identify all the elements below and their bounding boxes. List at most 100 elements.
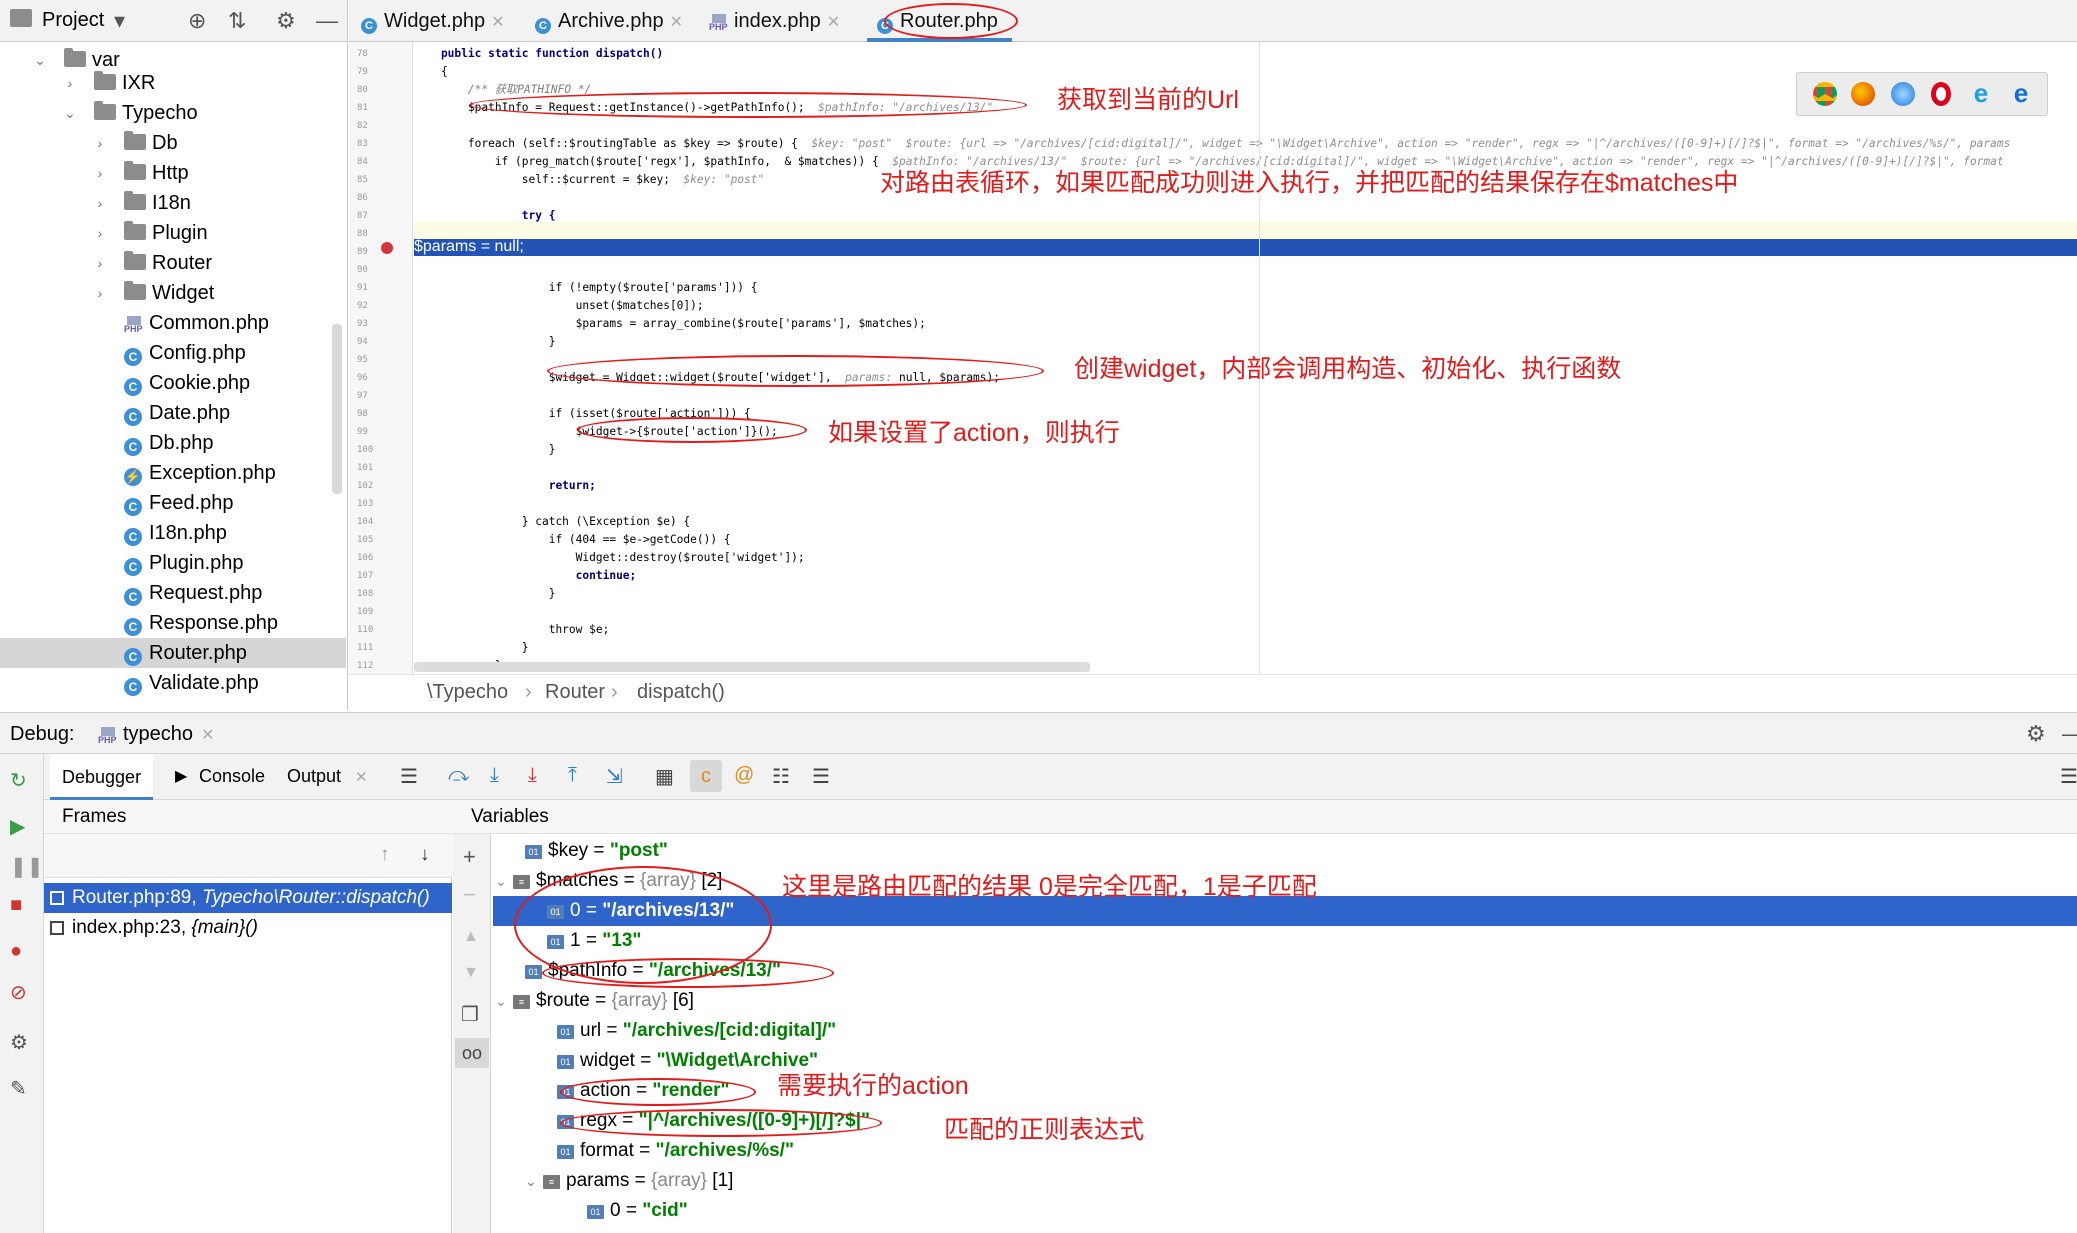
frame-row-index[interactable]: index.php:23, {main}() [44,913,452,943]
move-down-icon[interactable]: ▼ [463,964,479,982]
opera-icon[interactable] [1931,82,1951,106]
annotation-ring-regx-var [560,1109,882,1137]
tree-item-db-php[interactable]: C Db.php [124,428,342,458]
at-icon[interactable]: @ [734,764,754,787]
tree-item-validate[interactable]: C Validate.php [124,668,342,698]
resume-icon[interactable]: ▶ [10,814,25,839]
tree-item-router-php[interactable]: C Router.php [0,638,346,668]
close-icon[interactable]: ✕ [355,768,368,786]
stop-icon[interactable]: ■ [10,894,22,917]
breadcrumb-class[interactable]: Router [545,681,605,704]
tree-item-widget[interactable]: › Widget [92,278,342,308]
code-line-100: } [414,443,556,456]
var-route-url[interactable]: 01 url = "/archives/[cid:digital]/" [557,1016,836,1046]
annotation-ring-pathinfo-var [542,958,834,988]
layout-icon[interactable]: ☰ [2060,764,2077,789]
var-params-0[interactable]: 01 0 = "cid" [587,1196,688,1226]
rerun-icon[interactable]: ↻ [10,768,27,793]
breakpoint-icon[interactable] [381,242,393,254]
chevron-down-icon[interactable]: ⌄ [525,1166,543,1196]
tree-item-typecho[interactable]: ⌄ Typecho [62,98,342,128]
collapse-all-icon[interactable]: ⇅ [228,8,246,34]
editor-horizontal-scrollbar[interactable] [414,662,1090,672]
tree-item-config[interactable]: C Config.php [124,338,342,368]
tree-item-plugin-php[interactable]: C Plugin.php [124,548,342,578]
class-icon: C [124,378,142,396]
minimize-icon[interactable]: — [2062,721,2077,747]
tree-item-i18n[interactable]: › I18n [92,188,342,218]
arrow-up-icon[interactable]: ↑ [380,844,390,866]
tree-item-response[interactable]: C Response.php [124,608,342,638]
var-route-format[interactable]: 01 format = "/archives/%s/" [557,1136,794,1166]
step-out-icon[interactable]: ⤒ [568,764,577,787]
tree-item-router[interactable]: › Router [92,248,342,278]
list-icon[interactable]: ☷ [772,764,790,789]
class-icon: C [124,678,142,696]
tab-archive-php[interactable]: C Archive.php ✕ [535,0,683,42]
tree-item-date[interactable]: C Date.php [124,398,342,428]
chevron-down-icon[interactable]: ▾ [114,8,125,34]
remove-icon[interactable]: − [463,882,476,908]
close-icon[interactable]: ✕ [201,727,214,744]
evaluate-icon[interactable]: ▦ [655,764,674,789]
pin-icon[interactable]: ✎ [10,1076,27,1101]
chevron-down-icon[interactable]: ⌄ [495,986,513,1016]
tree-item-exception[interactable]: ⚡ Exception.php [124,458,342,488]
safari-icon[interactable] [1891,82,1915,106]
copy-icon[interactable]: ❐ [461,1002,479,1027]
tree-scrollbar[interactable] [332,324,342,494]
view-breakpoints-icon[interactable]: ● [10,940,22,963]
tree-item-common[interactable]: PHP Common.php [124,308,342,338]
tab-widget-php[interactable]: C Widget.php ✕ [361,0,505,42]
debug-session-tab[interactable]: PHP typecho ✕ [98,723,215,757]
breadcrumb-method[interactable]: dispatch() [637,681,725,704]
firefox-icon[interactable] [1851,82,1875,106]
var-route[interactable]: ⌄ ≡ $route = {array} [6] [495,986,694,1016]
mute-breakpoints-icon[interactable]: ⊘ [10,980,27,1005]
chrome-icon[interactable] [1813,82,1837,106]
chevron-down-icon[interactable]: ⌄ [495,866,513,896]
class-filter-icon[interactable]: c [690,760,722,792]
project-title[interactable]: Project [42,9,104,32]
annotation-ring-widget [547,355,1044,387]
tree-item-http[interactable]: › Http [92,158,342,188]
watches-icon[interactable]: oo [455,1038,489,1068]
gear-icon[interactable]: ⚙ [2026,721,2046,747]
tree-item-feed[interactable]: C Feed.php [124,488,342,518]
menu-icon[interactable]: ☰ [400,764,418,789]
tree-item-db[interactable]: › Db [92,128,342,158]
move-up-icon[interactable]: ▲ [463,928,479,946]
step-over-icon[interactable]: ⤼ [448,764,469,787]
gear-icon[interactable]: ⚙ [276,8,296,34]
var-key[interactable]: 01 $key = "post" [525,836,668,866]
tab-index-php[interactable]: PHP index.php ✕ [709,0,840,42]
tab-console[interactable]: Console [199,766,265,787]
var-route-params[interactable]: ⌄ ≡ params = {array} [1] [525,1166,733,1196]
add-icon[interactable]: + [463,844,476,870]
frame-row-router[interactable]: Router.php:89, Typecho\Router::dispatch(… [44,883,452,913]
tree-item-plugin[interactable]: › Plugin [92,218,342,248]
close-icon[interactable]: ✕ [491,14,504,31]
tab-debugger[interactable]: Debugger [50,754,154,800]
close-icon[interactable]: ✕ [827,14,840,31]
value-icon: 01 [557,1145,574,1159]
minimize-icon[interactable]: — [316,8,338,34]
add-watch-icon[interactable]: ☰ [812,764,830,789]
run-to-cursor-icon[interactable]: ⇲ [606,764,623,789]
tree-item-i18n-php[interactable]: C I18n.php [124,518,342,548]
settings-icon[interactable]: ⚙ [10,1030,28,1055]
arrow-down-icon[interactable]: ↓ [420,844,430,866]
close-icon[interactable]: ✕ [670,14,683,31]
ie-icon[interactable]: e [1969,80,1993,106]
locate-icon[interactable]: ⊕ [188,8,206,34]
step-into-icon[interactable]: ⤓ [490,764,499,787]
force-step-into-icon[interactable]: ⤓ [528,764,537,787]
tree-item-request[interactable]: C Request.php [124,578,342,608]
pause-icon[interactable]: ❚❚ [10,854,44,879]
tab-output[interactable]: Output [287,766,341,787]
edge-icon[interactable]: e [2009,80,2033,106]
annotation-create-widget: 创建widget，内部会调用构造、初始化、执行函数 [1074,355,1622,383]
tree-item-ixr[interactable]: › IXR [62,68,342,98]
tree-item-cookie[interactable]: C Cookie.php [124,368,342,398]
breadcrumb-namespace[interactable]: \Typecho [427,681,508,704]
